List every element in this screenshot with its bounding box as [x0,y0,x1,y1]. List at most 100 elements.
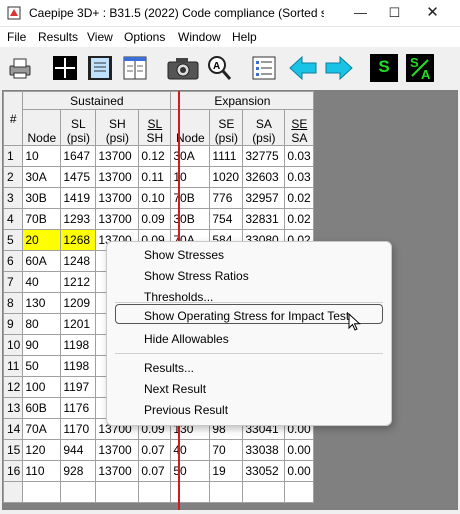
sl-cell[interactable]: 1475 [60,166,97,188]
menu-help[interactable]: Help [232,30,257,44]
sl-cell[interactable]: 944 [60,439,97,461]
se-header[interactable]: SE (psi) [209,109,244,146]
sh-cell[interactable]: 13700 [95,460,140,482]
se-cell[interactable]: 1020 [209,166,244,188]
sl-cell[interactable]: 1293 [60,208,97,230]
se-cell[interactable]: 754 [209,208,244,230]
node-cell[interactable]: 130 [22,292,62,314]
sl-sh-ratio-cell[interactable]: 0.10 [138,187,172,209]
sl-cell[interactable]: 928 [60,460,97,482]
node2-header[interactable]: Node [170,109,211,146]
node-cell[interactable]: 40 [22,271,62,293]
se-cell[interactable]: 776 [209,187,244,209]
table-row[interactable]: 15 120 944 13700 0.07 40 70 33038 0.00 [2,439,315,461]
node-cell[interactable]: 70A [22,418,62,440]
node-cell[interactable]: 10 [22,145,62,167]
menu-show-operating-stress[interactable]: Show Operating Stress for Impact Test [144,309,349,323]
se-sa-ratio-cell[interactable]: 0.03 [284,166,315,188]
columns-icon[interactable] [121,54,149,82]
zoom-icon[interactable]: A [205,54,233,82]
node-cell[interactable]: 120 [22,439,62,461]
sl-sh-ratio-cell[interactable]: 0.09 [138,208,172,230]
s-over-a-icon[interactable]: S A [406,54,434,82]
se-sa-ratio-cell[interactable]: 0.00 [284,439,315,461]
sa-cell[interactable]: 32831 [242,208,286,230]
node-cell[interactable]: 100 [22,376,62,398]
node-header[interactable]: Node [22,109,62,146]
sl-sh-ratio-cell[interactable]: 0.07 [138,439,172,461]
menu-previous-result[interactable]: Previous Result [144,403,228,417]
document-icon[interactable] [86,54,114,82]
list-icon[interactable] [250,54,278,82]
node-cell[interactable]: 20 [22,229,62,251]
crosshair-icon[interactable] [51,54,79,82]
node2-cell[interactable]: 10 [170,166,211,188]
sh-cell[interactable]: 13700 [95,439,140,461]
sl-cell[interactable]: 1197 [60,376,97,398]
sl-header[interactable]: SL (psi) [60,109,97,146]
node-cell[interactable]: 90 [22,334,62,356]
node-cell[interactable]: 80 [22,313,62,335]
se-cell[interactable]: 19 [209,460,244,482]
sl-cell[interactable]: 1201 [60,313,97,335]
menu-hide-allowables[interactable]: Hide Allowables [144,332,229,346]
menu-show-stress-ratios[interactable]: Show Stress Ratios [144,269,249,283]
arrow-right-icon[interactable] [324,54,354,82]
node-cell[interactable]: 70B [22,208,62,230]
sl-cell[interactable]: 1212 [60,271,97,293]
sh-cell[interactable]: 13700 [95,145,140,167]
menu-view[interactable]: View [87,30,113,44]
se-cell[interactable]: 1111 [209,145,244,167]
sl-sh-ratio-cell[interactable]: 0.11 [138,166,172,188]
menu-results[interactable]: Results [38,30,78,44]
printer-icon[interactable] [6,54,34,82]
table-row[interactable]: 1 10 1647 13700 0.12 30A 1111 32775 0.03 [2,145,315,167]
table-row[interactable]: 3 30B 1419 13700 0.10 70B 776 32957 0.02 [2,187,315,209]
node-cell[interactable]: 110 [22,460,62,482]
sa-cell[interactable]: 32957 [242,187,286,209]
sh-cell[interactable]: 13700 [95,187,140,209]
title-bar[interactable]: Caepipe 3D+ : B31.5 (2022) Code complian… [0,0,460,27]
menu-next-result[interactable]: Next Result [144,382,206,396]
node-cell[interactable]: 30A [22,166,62,188]
se-cell[interactable]: 70 [209,439,244,461]
arrow-left-icon[interactable] [288,54,318,82]
se-sa-ratio-cell[interactable]: 0.03 [284,145,315,167]
sh-cell[interactable]: 13700 [95,208,140,230]
sa-cell[interactable]: 33052 [242,460,286,482]
sa-cell[interactable]: 33038 [242,439,286,461]
node2-cell[interactable]: 50 [170,460,211,482]
menu-file[interactable]: File [7,30,26,44]
se-sa-ratio-cell[interactable]: 0.02 [284,187,315,209]
sa-cell[interactable]: 32603 [242,166,286,188]
sh-header[interactable]: SH (psi) [95,109,140,146]
sl-cell[interactable]: 1419 [60,187,97,209]
node-cell[interactable]: 30B [22,187,62,209]
sa-cell[interactable]: 32775 [242,145,286,167]
se-sa-ratio-cell[interactable]: 0.00 [284,460,315,482]
table-row[interactable]: 2 30A 1475 13700 0.11 10 1020 32603 0.03 [2,166,315,188]
sl-sh-ratio-cell[interactable]: 0.12 [138,145,172,167]
node2-cell[interactable]: 40 [170,439,211,461]
s-icon[interactable]: S [370,54,398,82]
se-sa-ratio-header[interactable]: SE SA [284,109,315,146]
close-button[interactable]: ✕ [416,0,449,26]
sl-cell[interactable]: 1268 [60,229,97,251]
maximize-button[interactable]: ☐ [378,0,411,26]
se-sa-ratio-cell[interactable]: 0.02 [284,208,315,230]
sl-cell[interactable]: 1198 [60,355,97,377]
sh-cell[interactable]: 13700 [95,166,140,188]
node-cell[interactable]: 50 [22,355,62,377]
menu-options[interactable]: Options [124,30,165,44]
sl-cell[interactable]: 1170 [60,418,97,440]
table-row[interactable]: 4 70B 1293 13700 0.09 30B 754 32831 0.02 [2,208,315,230]
node-cell[interactable]: 60B [22,397,62,419]
sl-cell[interactable]: 1647 [60,145,97,167]
sl-cell[interactable]: 1209 [60,292,97,314]
menu-show-stresses[interactable]: Show Stresses [144,248,224,262]
sa-header[interactable]: SA (psi) [242,109,286,146]
sl-sh-ratio-cell[interactable]: 0.07 [138,460,172,482]
sl-cell[interactable]: 1198 [60,334,97,356]
sl-cell[interactable]: 1248 [60,250,97,272]
minimize-button[interactable]: — [344,0,377,26]
